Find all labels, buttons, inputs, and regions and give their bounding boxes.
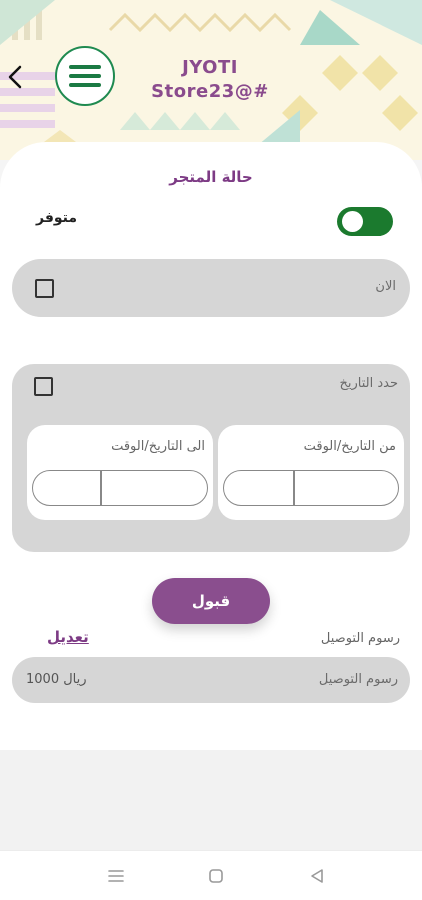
home-icon xyxy=(209,869,223,883)
to-datetime-input[interactable] xyxy=(32,470,208,506)
hamburger-icon-line xyxy=(69,74,101,78)
delivery-fee-value: 1000 ريال xyxy=(26,672,87,687)
from-datetime-input[interactable] xyxy=(223,470,399,506)
store-name-line1: JYOTI xyxy=(182,57,238,78)
input-divider xyxy=(293,471,295,505)
from-datetime-card: من التاريخ/الوقت xyxy=(218,425,404,520)
availability-label: متوفر xyxy=(36,210,78,226)
system-nav-bar xyxy=(0,850,422,900)
store-name: JYOTI Store23@# xyxy=(130,56,290,104)
system-back-button[interactable] xyxy=(305,864,329,888)
now-option-row[interactable]: الان xyxy=(12,259,410,317)
store-name-line2: Store23@# xyxy=(151,81,269,102)
hamburger-icon-line xyxy=(69,83,101,87)
empty-area xyxy=(0,750,422,850)
availability-toggle[interactable] xyxy=(337,207,393,236)
edit-delivery-fee-link[interactable]: تعديل xyxy=(47,628,89,646)
menu-button[interactable] xyxy=(55,46,115,106)
store-status-title: حالة المتجر xyxy=(169,168,253,186)
from-datetime-label: من التاريخ/الوقت xyxy=(303,439,396,454)
date-range-checkbox[interactable] xyxy=(34,377,53,396)
now-checkbox[interactable] xyxy=(35,279,54,298)
back-button[interactable] xyxy=(4,62,26,92)
toggle-knob xyxy=(342,211,363,232)
now-label: الان xyxy=(375,279,396,294)
input-divider xyxy=(100,471,102,505)
date-range-section: حدد التاريخ من التاريخ/الوقت الى التاريخ… xyxy=(12,364,410,552)
to-datetime-label: الى التاريخ/الوقت xyxy=(111,439,205,454)
hamburger-icon-line xyxy=(69,65,101,69)
chevron-left-icon xyxy=(8,65,22,89)
accept-button[interactable]: قبول xyxy=(152,578,270,624)
back-triangle-icon xyxy=(311,869,323,883)
home-button[interactable] xyxy=(204,864,228,888)
recent-apps-button[interactable] xyxy=(104,864,128,888)
to-datetime-card: الى التاريخ/الوقت xyxy=(27,425,213,520)
date-range-label: حدد التاريخ xyxy=(339,376,398,391)
delivery-fee-placeholder: رسوم التوصيل xyxy=(318,672,398,687)
delivery-fee-label: رسوم التوصيل xyxy=(320,631,400,646)
recent-apps-icon xyxy=(108,870,124,882)
delivery-fee-field[interactable]: 1000 ريال رسوم التوصيل xyxy=(12,657,410,703)
